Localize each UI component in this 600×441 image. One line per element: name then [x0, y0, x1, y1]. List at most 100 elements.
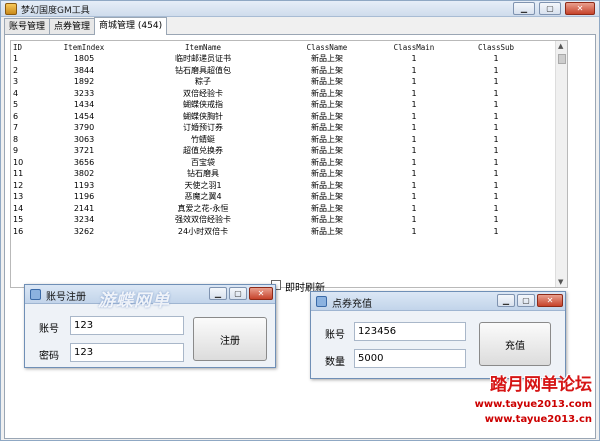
table-cell-classname: 新品上架: [311, 157, 343, 167]
close-icon: ✕: [257, 289, 265, 298]
table-cell-id: 7: [13, 123, 19, 133]
column-header-itemname[interactable]: ItemName: [123, 41, 283, 53]
table-cell-classmain: 1: [411, 203, 417, 213]
maximize-icon: ▢: [522, 296, 530, 305]
table-cell-itemname: 恶魔之翼4: [184, 192, 222, 202]
minimize-icon: ▁: [214, 289, 222, 298]
tab-mall-management[interactable]: 商城管理 (454): [94, 17, 168, 35]
column-header-classsub[interactable]: ClassSub: [457, 41, 535, 53]
scroll-down-icon[interactable]: ▼: [558, 278, 563, 286]
table-cell-classname: 新品上架: [311, 111, 343, 121]
register-close-button[interactable]: ✕: [249, 287, 273, 300]
close-icon: ✕: [576, 4, 584, 13]
recharge-button[interactable]: 充值: [479, 322, 551, 366]
table-row[interactable]: 11 3802 钻石磨具 新品上架 1 1: [11, 168, 555, 180]
table-row[interactable]: 9 3721 超值兑换券 新品上架 1 1: [11, 145, 555, 157]
title-bar[interactable]: 梦幻国度GM工具 ▁ ▢ ✕: [1, 1, 599, 17]
table-cell-classname: 新品上架: [311, 226, 343, 236]
table-cell-classmain: 1: [411, 65, 417, 75]
table-row[interactable]: 7 3790 订婚预订券 新品上架 1 1: [11, 122, 555, 134]
table-cell-classsub: 1: [493, 111, 499, 121]
table-row[interactable]: 13 1196 恶魔之翼4 新品上架 1 1: [11, 191, 555, 203]
table-cell-id: 9: [13, 146, 19, 156]
table-row[interactable]: 14 2141 真爱之花-永恒 新品上架 1 1: [11, 203, 555, 215]
table-cell-classmain: 1: [411, 169, 417, 179]
column-header-classmain[interactable]: ClassMain: [371, 41, 457, 53]
table-cell-itemname: 竹蜻蜓: [191, 134, 215, 144]
table-vertical-scrollbar[interactable]: ▲ ▼: [555, 41, 567, 287]
recharge-minimize-button[interactable]: ▁: [497, 294, 515, 307]
table-cell-classsub: 1: [493, 215, 499, 225]
table-cell-classmain: 1: [411, 226, 417, 236]
maximize-button[interactable]: ▢: [539, 2, 561, 15]
table-cell-classmain: 1: [411, 77, 417, 87]
window-title: 梦幻国度GM工具: [21, 6, 90, 16]
table-cell-itemindex: 2141: [73, 203, 95, 213]
table-cell-itemindex: 3234: [73, 215, 95, 225]
tab-strip: 账号管理 点券管理 商城管理 (454): [4, 17, 168, 35]
table-cell-id: 14: [13, 203, 24, 213]
forum-url-2: www.tayue2013.cn: [484, 414, 592, 425]
scroll-thumb[interactable]: [558, 54, 566, 64]
recharge-amount-input[interactable]: 5000: [354, 349, 466, 368]
recharge-account-label: 账号: [325, 330, 345, 341]
table-row[interactable]: 2 3844 钻石磨具超值包 新品上架 1 1: [11, 65, 555, 77]
scroll-up-icon[interactable]: ▲: [558, 42, 563, 50]
close-button[interactable]: ✕: [565, 2, 595, 15]
recharge-maximize-button[interactable]: ▢: [517, 294, 535, 307]
table-cell-classsub: 1: [493, 88, 499, 98]
table-row[interactable]: 1 1805 临时邮递员证书 新品上架 1 1: [11, 53, 555, 65]
recharge-dialog: 点券充值 ▁ ▢ ✕ 账号 123456 数量 5000 充值: [310, 291, 566, 379]
register-account-label: 账号: [39, 324, 59, 335]
register-account-input[interactable]: 123: [70, 316, 184, 335]
table-cell-itemname: 订婚预订券: [183, 123, 223, 133]
register-maximize-button[interactable]: ▢: [229, 287, 247, 300]
table-row[interactable]: 10 3656 百宝袋 新品上架 1 1: [11, 157, 555, 169]
tab-coupon-management[interactable]: 点券管理: [49, 18, 96, 35]
forum-url-1: www.tayue2013.com: [474, 399, 592, 410]
maximize-icon: ▢: [234, 289, 242, 298]
table-cell-id: 4: [13, 88, 19, 98]
table-cell-id: 1: [13, 54, 19, 64]
table-row[interactable]: 5 1434 蝴蝶侠戒指 新品上架 1 1: [11, 99, 555, 111]
table-cell-itemindex: 3790: [73, 123, 95, 133]
table-cell-classsub: 1: [493, 77, 499, 87]
recharge-amount-label: 数量: [325, 357, 345, 368]
maximize-icon: ▢: [546, 4, 554, 13]
column-header-id[interactable]: ID: [11, 41, 45, 53]
table-row[interactable]: 6 1454 蝴蝶侠胸针 新品上架 1 1: [11, 111, 555, 123]
table-cell-itemname: 钻石磨具超值包: [175, 65, 231, 75]
table-cell-classmain: 1: [411, 180, 417, 190]
minimize-icon: ▁: [502, 296, 510, 305]
column-header-itemindex[interactable]: ItemIndex: [45, 41, 123, 53]
table-cell-classname: 新品上架: [311, 169, 343, 179]
table-cell-classname: 新品上架: [311, 100, 343, 110]
tab-account-management[interactable]: 账号管理: [4, 18, 51, 35]
watermark-text: 游蝶网单: [98, 291, 170, 311]
table-cell-classsub: 1: [493, 54, 499, 64]
register-button[interactable]: 注册: [193, 317, 267, 361]
table-cell-classname: 新品上架: [311, 203, 343, 213]
recharge-dialog-titlebar[interactable]: 点券充值 ▁ ▢ ✕: [311, 292, 565, 311]
column-header-classname[interactable]: ClassName: [283, 41, 371, 53]
table-row[interactable]: 16 3262 24小时双倍卡 新品上架 1 1: [11, 226, 555, 238]
table-row[interactable]: 8 3063 竹蜻蜓 新品上架 1 1: [11, 134, 555, 146]
recharge-account-input[interactable]: 123456: [354, 322, 466, 341]
minimize-button[interactable]: ▁: [513, 2, 535, 15]
table-cell-classsub: 1: [493, 192, 499, 202]
register-password-input[interactable]: 123: [70, 343, 184, 362]
table-row[interactable]: 3 1892 粽子 新品上架 1 1: [11, 76, 555, 88]
recharge-close-button[interactable]: ✕: [537, 294, 563, 307]
register-password-label: 密码: [39, 351, 59, 362]
table-row[interactable]: 15 3234 强效双倍经验卡 新品上架 1 1: [11, 214, 555, 226]
item-table[interactable]: ID ItemIndex ItemName ClassName ClassMai…: [10, 40, 568, 288]
close-icon: ✕: [546, 296, 554, 305]
table-cell-itemindex: 1892: [73, 77, 95, 87]
register-dialog-title: 账号注册: [46, 292, 86, 303]
register-minimize-button[interactable]: ▁: [209, 287, 227, 300]
coupon-icon: [316, 296, 327, 307]
table-row[interactable]: 12 1193 天使之羽1 新品上架 1 1: [11, 180, 555, 192]
table-cell-classmain: 1: [411, 157, 417, 167]
table-row[interactable]: 4 3233 双倍经验卡 新品上架 1 1: [11, 88, 555, 100]
table-cell-itemname: 超值兑换券: [183, 146, 223, 156]
